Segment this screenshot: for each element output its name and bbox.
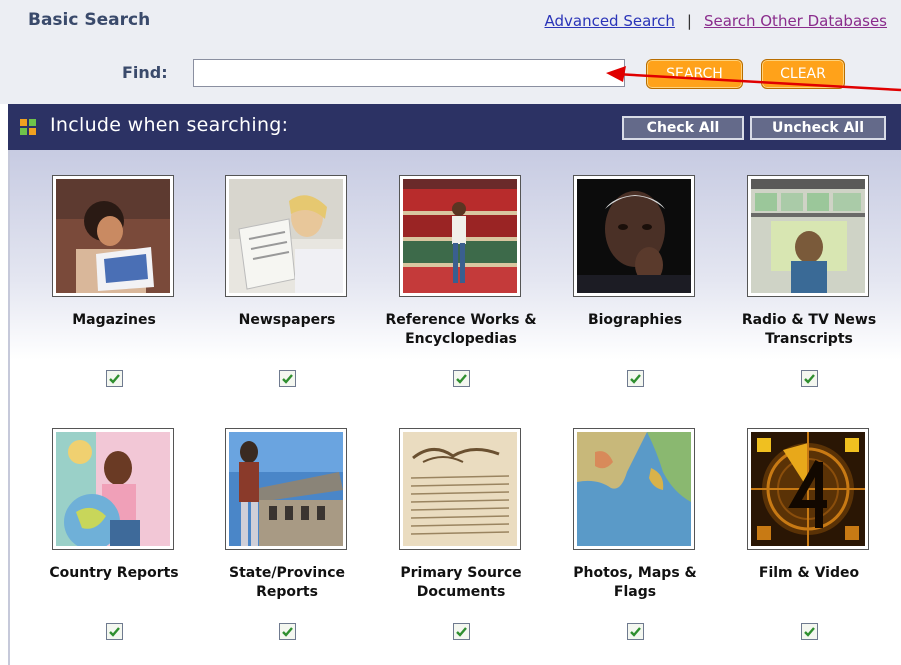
page-title: Basic Search [28, 10, 151, 30]
photos-maps-flags-thumbnail[interactable] [573, 428, 695, 550]
biographies-checkbox[interactable] [627, 370, 644, 387]
reference-works-checkbox[interactable] [453, 370, 470, 387]
link-separator: | [686, 12, 692, 30]
magazines-thumbnail[interactable] [52, 175, 174, 297]
check-icon [804, 627, 815, 637]
magazines-checkbox[interactable] [106, 370, 123, 387]
check-icon [109, 374, 120, 384]
category-label: Primary Source Documents [400, 565, 522, 600]
category-label: Photos, Maps & Flags [573, 565, 697, 600]
panel-header: Include when searching: Check All Unchec… [8, 104, 901, 150]
panel-title: Include when searching: [50, 114, 289, 136]
check-icon [456, 627, 467, 637]
check-all-button[interactable]: Check All [622, 116, 744, 140]
category-label: Film & Video [758, 565, 860, 581]
category-label: Reference Works & Encyclopedias [385, 312, 537, 347]
newspapers-thumbnail[interactable] [225, 175, 347, 297]
country-reports-thumbnail[interactable] [52, 428, 174, 550]
category-label: Magazines [72, 312, 156, 328]
film-video-checkbox[interactable] [801, 623, 818, 640]
category-label: Country Reports [49, 565, 179, 581]
check-icon [282, 374, 293, 384]
check-icon [456, 374, 467, 384]
search-bar: Basic Search Advanced Search | Search Othe… [0, 0, 901, 104]
photos-maps-flags-checkbox[interactable] [627, 623, 644, 640]
uncheck-all-button[interactable]: Uncheck All [750, 116, 886, 140]
category-grid: Magazines Newspapers Reference Works & E… [8, 150, 901, 665]
category-label: State/Province Reports [229, 565, 345, 600]
reference-works-thumbnail[interactable] [399, 175, 521, 297]
check-icon [630, 374, 641, 384]
state-province-thumbnail[interactable] [225, 428, 347, 550]
check-icon [282, 627, 293, 637]
state-province-checkbox[interactable] [279, 623, 296, 640]
check-icon [804, 374, 815, 384]
include-panel: Include when searching: Check All Unchec… [8, 104, 901, 665]
category-label: Newspapers [238, 312, 336, 328]
advanced-search-link[interactable]: Advanced Search [544, 12, 674, 30]
category-label: Radio & TV News Transcripts [741, 312, 877, 347]
film-video-thumbnail[interactable] [747, 428, 869, 550]
search-button[interactable]: SEARCH [646, 59, 743, 89]
search-input[interactable] [193, 59, 625, 87]
check-icon [630, 627, 641, 637]
find-label: Find: [122, 63, 168, 82]
search-other-databases-link[interactable]: Search Other Databases [704, 12, 887, 30]
newspapers-checkbox[interactable] [279, 370, 296, 387]
header-links: Advanced Search | Search Other Databases [544, 12, 887, 30]
category-label: Biographies [587, 312, 683, 328]
primary-source-thumbnail[interactable] [399, 428, 521, 550]
radio-tv-checkbox[interactable] [801, 370, 818, 387]
clear-button[interactable]: CLEAR [761, 59, 845, 89]
grid-icon [20, 119, 36, 135]
biographies-thumbnail[interactable] [573, 175, 695, 297]
primary-source-checkbox[interactable] [453, 623, 470, 640]
radio-tv-thumbnail[interactable] [747, 175, 869, 297]
check-icon [109, 627, 120, 637]
country-reports-checkbox[interactable] [106, 623, 123, 640]
